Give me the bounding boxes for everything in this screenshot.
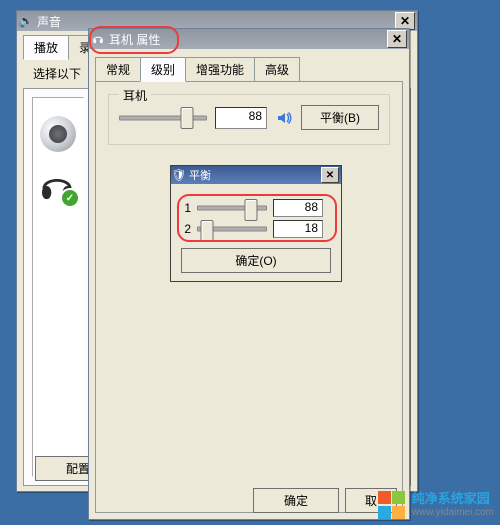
volume-slider[interactable] bbox=[119, 107, 207, 129]
watermark-line1: 纯净系统家园 bbox=[412, 492, 494, 506]
headphone-device-icon[interactable]: ✓ bbox=[38, 170, 78, 206]
slider-thumb[interactable] bbox=[180, 107, 193, 129]
tab-enhance[interactable]: 增强功能 bbox=[185, 57, 255, 81]
balance-dialog: 🛡 平衡 ✕ 1 88 2 18 确定(O) bbox=[170, 165, 342, 282]
balance-row-2: 2 18 bbox=[181, 220, 331, 238]
speaker-icon[interactable] bbox=[275, 109, 293, 127]
watermark-text: 纯净系统家园 www.yidaimei.com bbox=[412, 492, 494, 517]
level-row: 88 平衡(B) bbox=[119, 105, 379, 130]
balance-row-1: 1 88 bbox=[181, 199, 331, 217]
watermark-line2: www.yidaimei.com bbox=[412, 507, 494, 518]
balance-button[interactable]: 平衡(B) bbox=[301, 105, 379, 130]
watermark: 纯净系统家园 www.yidaimei.com bbox=[378, 491, 494, 519]
headphone-group: 耳机 88 平衡(B) bbox=[108, 94, 390, 145]
balance-channel-label: 1 bbox=[181, 201, 191, 215]
shield-icon: 🛡 bbox=[173, 169, 185, 181]
balance-titlebar: 🛡 平衡 ✕ bbox=[171, 166, 341, 184]
close-icon[interactable]: ✕ bbox=[387, 30, 407, 48]
slider-thumb[interactable] bbox=[200, 220, 213, 242]
balance-value-2: 18 bbox=[273, 220, 323, 238]
watermark-logo-icon bbox=[378, 491, 406, 519]
close-icon[interactable]: ✕ bbox=[321, 167, 339, 183]
prop-tabs: 常规 级别 增强功能 高级 bbox=[89, 49, 409, 81]
balance-title: 平衡 bbox=[189, 167, 321, 183]
balance-value-1: 88 bbox=[273, 199, 323, 217]
headphones-icon bbox=[91, 32, 105, 46]
speaker-device-icon[interactable] bbox=[40, 116, 76, 152]
prop-title: 耳机 属性 bbox=[109, 31, 387, 48]
group-label: 耳机 bbox=[119, 87, 151, 104]
prop-titlebar: 耳机 属性 ✕ bbox=[89, 29, 409, 49]
prop-button-bar: 确定 取 bbox=[253, 488, 397, 513]
slider-thumb[interactable] bbox=[244, 199, 257, 221]
tab-playback[interactable]: 播放 bbox=[23, 35, 69, 60]
slider-track bbox=[119, 115, 207, 120]
balance-slider-1[interactable] bbox=[197, 199, 267, 217]
sound-icon: 🔈 bbox=[19, 14, 33, 28]
tab-general[interactable]: 常规 bbox=[95, 57, 141, 81]
ok-button[interactable]: 确定 bbox=[253, 488, 339, 513]
balance-channel-label: 2 bbox=[181, 222, 191, 236]
balance-slider-2[interactable] bbox=[197, 220, 267, 238]
sound-title: 声音 bbox=[37, 13, 395, 30]
tab-advanced[interactable]: 高级 bbox=[254, 57, 300, 81]
device-list[interactable]: ✓ bbox=[32, 97, 84, 477]
balance-body: 1 88 2 18 确定(O) bbox=[171, 184, 341, 281]
balance-ok-button[interactable]: 确定(O) bbox=[181, 248, 331, 273]
volume-value: 88 bbox=[215, 107, 267, 129]
check-icon: ✓ bbox=[60, 188, 80, 208]
tab-levels[interactable]: 级别 bbox=[140, 57, 186, 82]
levels-tab-body: 耳机 88 平衡(B) bbox=[95, 81, 403, 513]
